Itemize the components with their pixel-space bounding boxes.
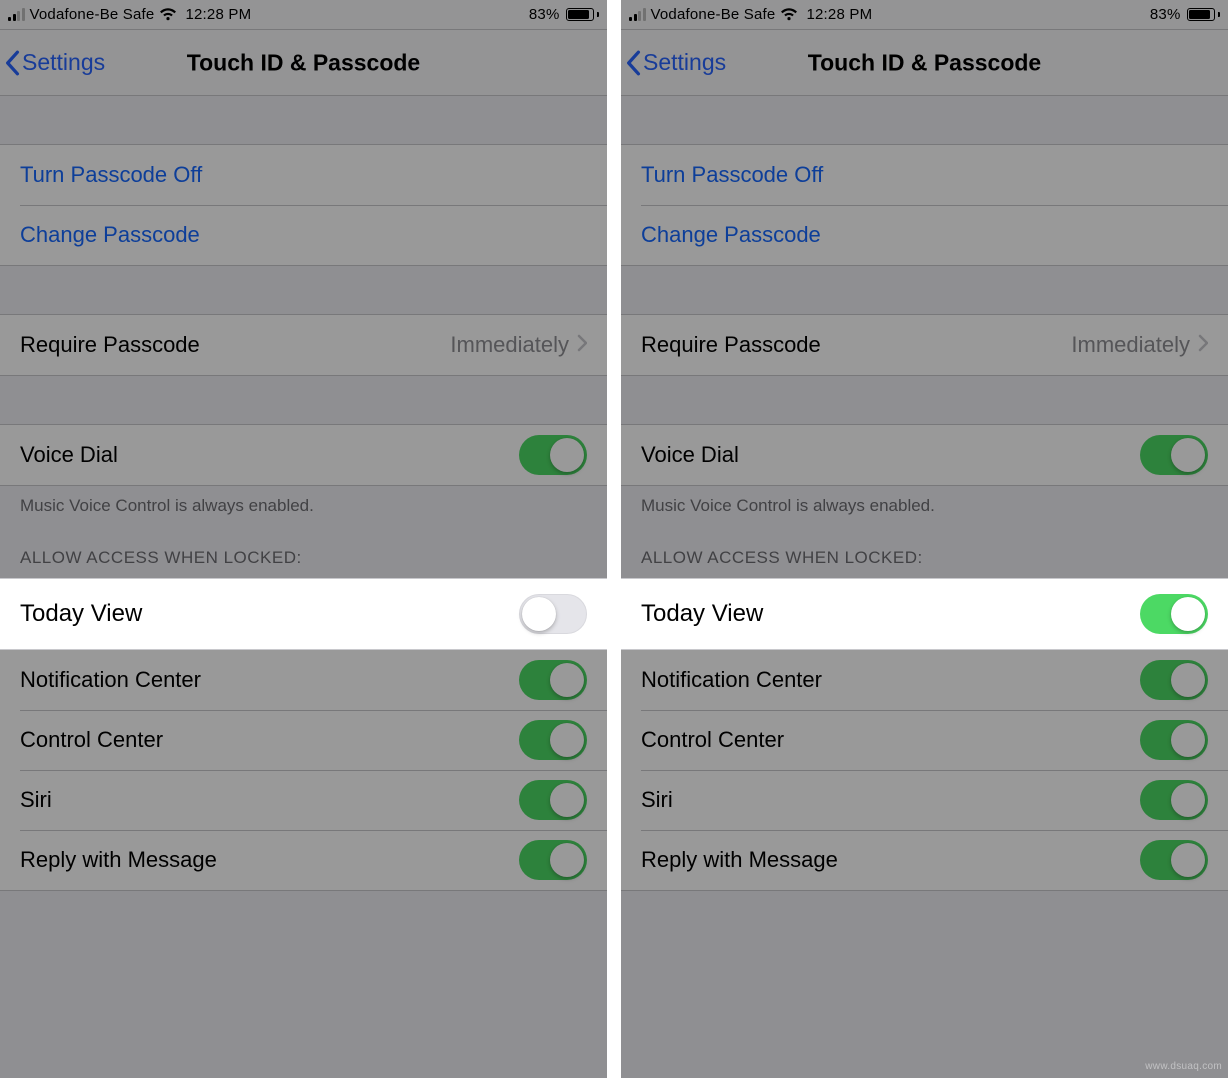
wifi-icon [159,8,177,21]
reply-message-row: Reply with Message [0,830,607,890]
clock-label: 12:28 PM [806,6,872,23]
allow-access-group: Notification Center Control Center Siri … [0,650,607,891]
page-title: Touch ID & Passcode [808,49,1041,76]
today-view-toggle[interactable] [519,594,587,634]
nav-bar: Settings Touch ID & Passcode [0,30,607,96]
voice-dial-row: Voice Dial [0,425,607,485]
notification-center-row: Notification Center [0,650,607,710]
require-passcode-label: Require Passcode [641,332,821,358]
allow-access-group: Notification Center Control Center Siri … [621,650,1228,891]
chevron-left-icon [625,50,641,76]
carrier-label: Vodafone-Be Safe [30,6,155,23]
control-center-toggle[interactable] [1140,720,1208,760]
require-passcode-row[interactable]: Require Passcode Immediately [621,315,1228,375]
today-view-row-highlight: Today View [0,578,607,650]
reply-message-toggle[interactable] [1140,840,1208,880]
signal-bars-icon [8,9,25,21]
back-label: Settings [22,49,105,76]
reply-message-row: Reply with Message [621,830,1228,890]
voice-dial-toggle[interactable] [519,435,587,475]
today-view-label: Today View [20,600,142,628]
reply-message-label: Reply with Message [20,847,217,873]
change-passcode-button[interactable]: Change Passcode [0,205,607,265]
chevron-right-icon [577,332,587,358]
reply-message-label: Reply with Message [641,847,838,873]
clock-label: 12:28 PM [185,6,251,23]
change-passcode-label: Change Passcode [641,222,821,248]
chevron-left-icon [4,50,20,76]
control-center-toggle[interactable] [519,720,587,760]
battery-icon [566,8,600,21]
voice-dial-label: Voice Dial [641,442,739,468]
voice-dial-toggle[interactable] [1140,435,1208,475]
allow-access-header: ALLOW ACCESS WHEN LOCKED: [621,516,1228,578]
siri-label: Siri [641,787,673,813]
notification-center-label: Notification Center [20,667,201,693]
reply-message-toggle[interactable] [519,840,587,880]
carrier-label: Vodafone-Be Safe [651,6,776,23]
passcode-actions-group: Turn Passcode Off Change Passcode [621,144,1228,266]
control-center-label: Control Center [641,727,784,753]
require-passcode-group: Require Passcode Immediately [0,314,607,376]
siri-row: Siri [0,770,607,830]
voice-dial-footer: Music Voice Control is always enabled. [621,486,1228,516]
signal-bars-icon [629,9,646,21]
turn-passcode-off-button[interactable]: Turn Passcode Off [621,145,1228,205]
back-button[interactable]: Settings [4,49,105,76]
phone-right: Vodafone-Be Safe 12:28 PM 83% Settings T… [621,0,1228,1078]
notification-center-toggle[interactable] [519,660,587,700]
today-view-label: Today View [641,600,763,628]
change-passcode-button[interactable]: Change Passcode [621,205,1228,265]
control-center-row: Control Center [621,710,1228,770]
siri-toggle[interactable] [1140,780,1208,820]
allow-access-header: ALLOW ACCESS WHEN LOCKED: [0,516,607,578]
screenshot-pair: Vodafone-Be Safe 12:28 PM 83% Settings T… [0,0,1228,1078]
status-bar: Vodafone-Be Safe 12:28 PM 83% [0,0,607,30]
page-title: Touch ID & Passcode [187,49,420,76]
voice-dial-row: Voice Dial [621,425,1228,485]
nav-bar: Settings Touch ID & Passcode [621,30,1228,96]
passcode-actions-group: Turn Passcode Off Change Passcode [0,144,607,266]
battery-pct-label: 83% [1150,6,1181,23]
require-passcode-label: Require Passcode [20,332,200,358]
battery-pct-label: 83% [529,6,560,23]
siri-toggle[interactable] [519,780,587,820]
siri-label: Siri [20,787,52,813]
watermark: www.dsuaq.com [1145,1061,1222,1072]
require-passcode-value: Immediately [1071,332,1190,358]
notification-center-toggle[interactable] [1140,660,1208,700]
phone-left: Vodafone-Be Safe 12:28 PM 83% Settings T… [0,0,607,1078]
today-view-row-highlight: Today View [621,578,1228,650]
back-label: Settings [643,49,726,76]
wifi-icon [780,8,798,21]
voice-dial-label: Voice Dial [20,442,118,468]
today-view-row: Today View [621,579,1228,649]
today-view-row: Today View [0,579,607,649]
turn-passcode-off-label: Turn Passcode Off [20,162,202,188]
today-view-toggle[interactable] [1140,594,1208,634]
change-passcode-label: Change Passcode [20,222,200,248]
turn-passcode-off-label: Turn Passcode Off [641,162,823,188]
siri-row: Siri [621,770,1228,830]
battery-icon [1187,8,1221,21]
back-button[interactable]: Settings [625,49,726,76]
notification-center-label: Notification Center [641,667,822,693]
voice-dial-group: Voice Dial [621,424,1228,486]
phone-divider [607,0,621,1078]
require-passcode-value: Immediately [450,332,569,358]
voice-dial-group: Voice Dial [0,424,607,486]
require-passcode-group: Require Passcode Immediately [621,314,1228,376]
require-passcode-row[interactable]: Require Passcode Immediately [0,315,607,375]
status-bar: Vodafone-Be Safe 12:28 PM 83% [621,0,1228,30]
notification-center-row: Notification Center [621,650,1228,710]
control-center-label: Control Center [20,727,163,753]
voice-dial-footer: Music Voice Control is always enabled. [0,486,607,516]
control-center-row: Control Center [0,710,607,770]
chevron-right-icon [1198,332,1208,358]
turn-passcode-off-button[interactable]: Turn Passcode Off [0,145,607,205]
